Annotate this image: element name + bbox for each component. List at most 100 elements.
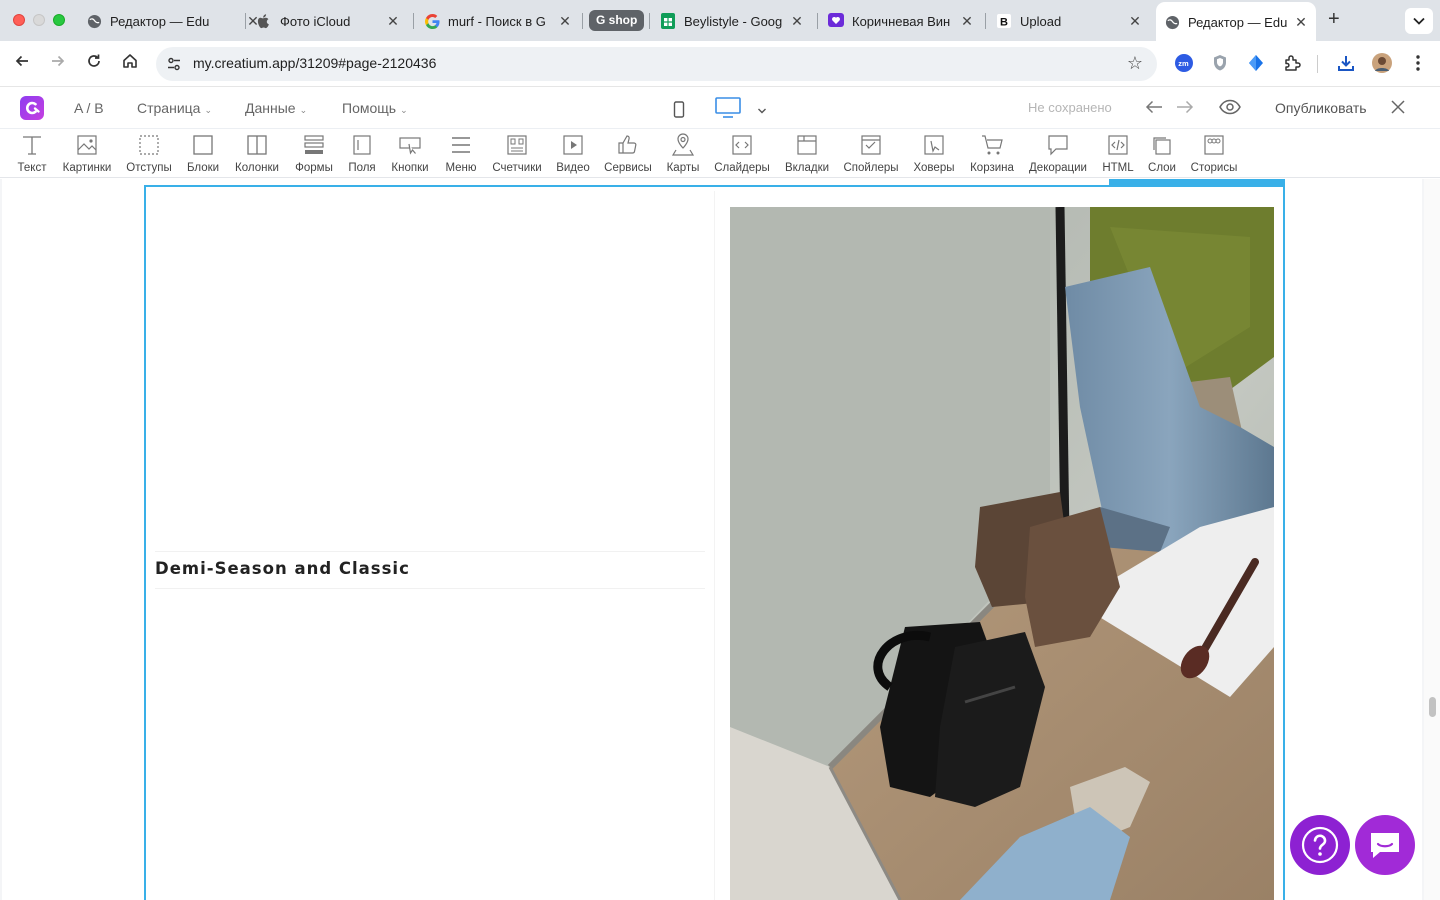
heart-chat-icon [828,13,844,29]
thumbs-up-icon [618,135,637,154]
menu-help[interactable]: Помощь ⌄ [342,100,408,116]
tool-tabs[interactable]: Вкладки [772,133,842,174]
stories-icon [1204,135,1224,155]
tab-close-icon[interactable]: ✕ [1292,14,1310,31]
editor-header: A / B Страница ⌄ Данные ⌄ Помощь ⌄ Не сохра… [0,87,1440,129]
section-heading[interactable]: Demi-Season and Classic [155,559,410,578]
undo-button[interactable] [1145,99,1163,120]
tool-label: Вкладки [784,162,830,174]
column-divider [714,191,715,900]
sheets-icon [660,13,676,29]
menu-help-label: Помощь [342,100,397,116]
menu-data[interactable]: Данные ⌄ [245,100,307,116]
tab-title: Редактор — Edu [110,13,210,29]
tab-separator [649,13,650,29]
profile-avatar[interactable] [1372,53,1392,73]
tab-separator [817,13,818,29]
bookmark-star-icon[interactable]: ☆ [1127,53,1143,74]
tab-close-icon[interactable]: ✕ [1126,13,1144,30]
close-icon [1391,100,1405,114]
browser-tab[interactable]: murf - Поиск в G ✕ [424,6,574,36]
menu-icon [452,137,470,153]
help-button[interactable] [1290,815,1350,875]
page-scrollbar[interactable] [1424,179,1440,900]
tab-close-icon[interactable]: ✕ [384,13,402,30]
mobile-view-button[interactable] [673,100,685,123]
tool-label: Счетчики [492,162,542,174]
desktop-icon [715,97,741,118]
browser-tab[interactable]: Редактор — Edu ✕ [86,6,262,36]
tool-label: Кнопки [391,162,429,174]
menu-data-label: Данные [245,100,296,116]
preview-button[interactable] [1219,99,1241,120]
browser-tab[interactable]: Beylistyle - Goog ✕ [660,6,806,36]
svg-text:B: B [1000,17,1008,29]
tool-label: Ховеры [913,162,955,174]
desktop-view-button[interactable] [715,97,741,124]
back-button[interactable] [11,53,33,75]
question-icon [1301,826,1339,864]
tab-title: Фото iCloud [280,13,351,29]
tab-group-label[interactable]: G shop [589,10,645,31]
tool-sliders[interactable]: Слайдеры [707,133,777,174]
diamond-extension-icon[interactable] [1246,53,1266,73]
columns-icon [247,135,267,155]
redo-button[interactable] [1176,99,1194,120]
new-tab-button[interactable]: + [1328,8,1340,31]
browser-tab[interactable]: Фото iCloud ✕ [256,6,402,36]
browser-tab[interactable]: B Upload ✕ [996,6,1144,36]
publish-button[interactable]: Опубликовать [1275,100,1367,116]
tab-close-icon[interactable]: ✕ [788,13,806,30]
tab-separator [245,13,246,29]
browser-tab-active[interactable]: Редактор — Edu ✕ [1156,2,1316,41]
arrow-left-icon [1145,100,1162,114]
window-maximize-button[interactable] [53,14,65,26]
window-minimize-button[interactable] [33,14,45,26]
window-close-button[interactable] [13,14,25,26]
tool-label: Слайдеры [714,162,770,174]
tool-spoilers[interactable]: Спойлеры [836,133,906,174]
tool-label: Слои [1148,162,1176,174]
forward-button[interactable] [47,53,69,75]
tab-close-icon[interactable]: ✕ [958,13,976,30]
url-text[interactable]: my.creatium.app/31209#page-2120436 [193,55,436,71]
home-icon [123,54,137,68]
apple-icon [256,13,272,29]
photo-image[interactable] [730,207,1274,900]
tool-images[interactable]: Картинки [52,133,122,174]
creatium-logo[interactable] [20,96,44,120]
view-dropdown-button[interactable] [757,102,767,120]
browser-menu-icon[interactable] [1408,53,1428,73]
ab-test-button[interactable]: A / B [74,100,104,116]
tab-separator [582,13,583,29]
chat-button[interactable] [1355,815,1415,875]
tab-title: Upload [1020,13,1062,29]
spoiler-icon [861,135,881,155]
menu-page-label: Страница [137,100,201,116]
zoom-extension-icon[interactable]: zm [1174,53,1194,73]
tool-label: Колонки [235,162,279,174]
address-bar[interactable]: my.creatium.app/31209#page-2120436 ☆ [156,47,1157,81]
shoes-photo-illustration [730,207,1274,900]
tool-stories[interactable]: Сторисы [1179,133,1249,174]
tool-label: Текст [17,162,47,174]
reload-icon [88,54,100,67]
browser-tab-strip: Редактор — Edu ✕ Фото iCloud ✕ murf - По… [0,0,1440,41]
tool-label: Блоки [186,162,220,174]
layers-icon [1153,137,1171,155]
puzzle-extensions-icon[interactable] [1282,53,1302,73]
download-icon[interactable] [1336,53,1356,73]
tool-label: Декорации [1029,162,1087,174]
tool-label: Поля [348,162,376,174]
menu-page[interactable]: Страница ⌄ [137,100,212,116]
reload-button[interactable] [83,53,105,75]
home-button[interactable] [119,53,141,75]
tab-close-icon[interactable]: ✕ [556,13,574,30]
close-editor-button[interactable] [1390,99,1406,120]
tab-search-button[interactable] [1405,8,1433,34]
site-settings-icon[interactable] [166,56,182,72]
tool-cart[interactable]: Корзина [957,133,1027,174]
shield-extension-icon[interactable] [1210,53,1230,73]
browser-tab[interactable]: Коричневая Вин ✕ [828,6,976,36]
scrollbar-thumb[interactable] [1429,697,1436,717]
